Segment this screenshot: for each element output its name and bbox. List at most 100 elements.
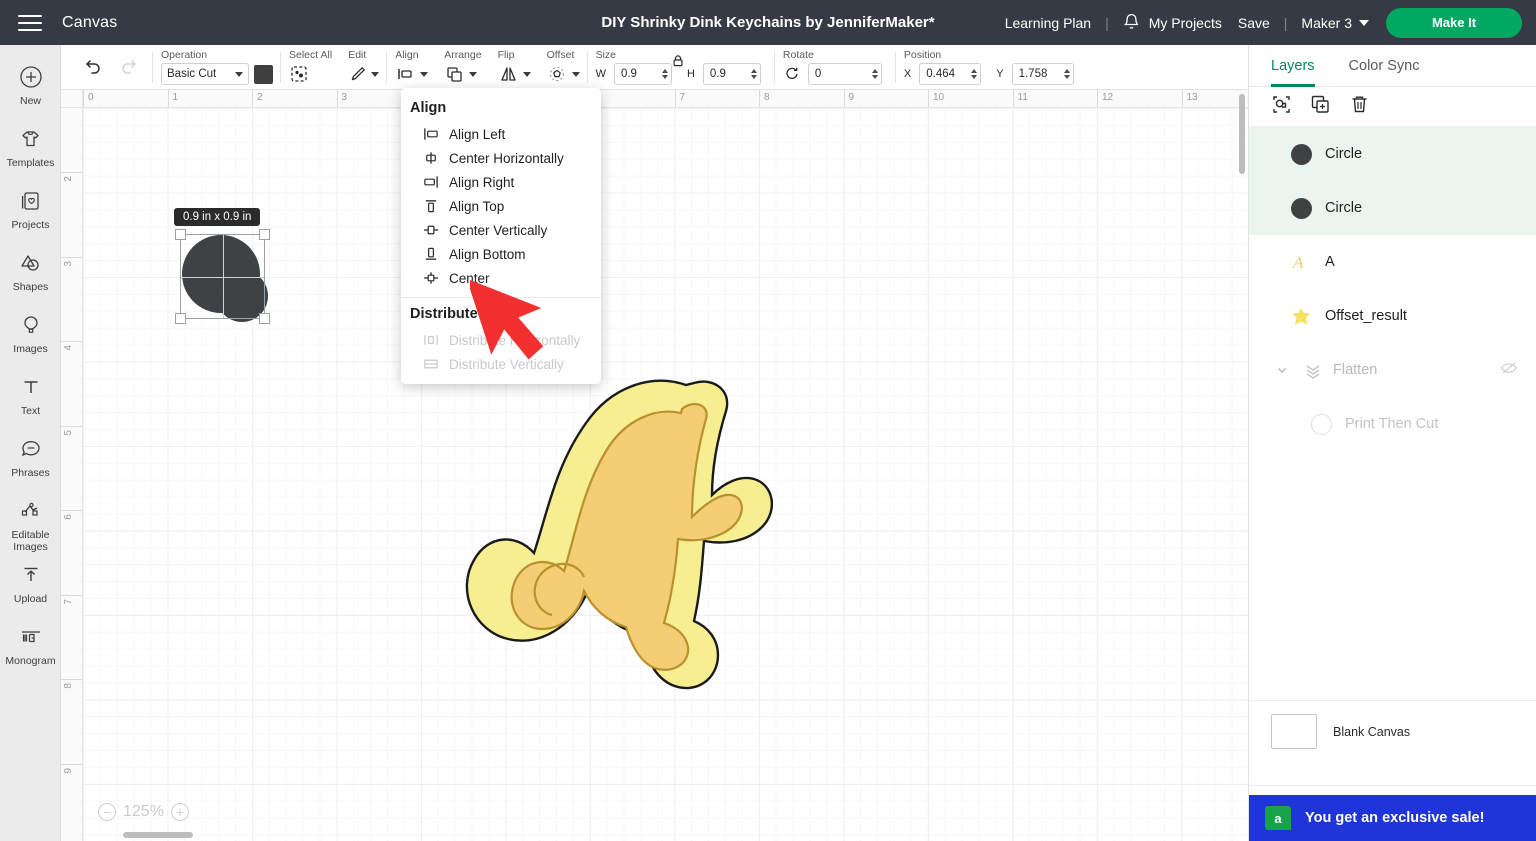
layer-glyph-thumbnail[interactable]: A: [1291, 252, 1312, 273]
vertical-scrollbar[interactable]: [1239, 94, 1245, 174]
rotate-stepper[interactable]: [871, 69, 878, 79]
learning-plan-link[interactable]: Learning Plan: [1005, 15, 1091, 31]
delete-icon[interactable]: [1349, 94, 1370, 120]
align-button[interactable]: [395, 63, 429, 85]
sidebar-label-shapes: Shapes: [12, 281, 49, 293]
tab-color-sync[interactable]: Color Sync: [1349, 45, 1420, 87]
blank-canvas-thumbnail[interactable]: [1271, 714, 1317, 749]
tshirt-icon: [18, 126, 43, 152]
size-height-field[interactable]: [702, 63, 761, 85]
hamburger-menu-icon[interactable]: [18, 14, 42, 31]
rotate-field[interactable]: [807, 63, 882, 85]
layer-row-a[interactable]: A A: [1249, 235, 1536, 289]
make-it-button[interactable]: Make It: [1386, 7, 1522, 38]
group-icon[interactable]: [1271, 94, 1292, 120]
operation-color-swatch[interactable]: [254, 64, 273, 84]
promo-text: You get an exclusive sale!: [1305, 810, 1485, 826]
layer-row-offset-result[interactable]: Offset_result: [1249, 289, 1536, 343]
size-width-field[interactable]: [613, 63, 672, 85]
chevron-down-icon: [371, 71, 380, 77]
size-width-stepper[interactable]: [661, 69, 668, 79]
blank-canvas-row[interactable]: Blank Canvas: [1249, 700, 1536, 762]
layer-label: Print Then Cut: [1345, 416, 1439, 432]
machine-selector[interactable]: Maker 3: [1301, 15, 1369, 31]
distribute-horizontally-icon: [423, 333, 439, 347]
redo-button[interactable]: [111, 48, 145, 82]
duplicate-icon[interactable]: [1310, 94, 1331, 120]
edit-label: Edit: [348, 48, 367, 61]
sidebar-item-phrases[interactable]: Phrases: [0, 427, 61, 489]
layer-row-circle-2[interactable]: Circle: [1249, 181, 1536, 235]
sidebar-item-images[interactable]: Images: [0, 303, 61, 365]
position-y-field[interactable]: [1011, 63, 1074, 85]
design-canvas[interactable]: JENNIFERMAKER 0.9 in x 0.9 in 0123456789…: [61, 90, 1248, 841]
lock-icon[interactable]: [672, 54, 685, 73]
sidebar-item-text[interactable]: Text: [0, 365, 61, 427]
ruler-horizontal: 012345678910111213: [83, 90, 1248, 108]
layer-actions-bar: [1249, 87, 1536, 127]
position-y-input[interactable]: [1018, 68, 1062, 80]
chevron-down-icon[interactable]: [1271, 363, 1293, 377]
layer-color-swatch[interactable]: [1291, 197, 1312, 219]
sidebar-label-upload: Upload: [13, 593, 48, 606]
ruler-tick-h: 11: [1012, 90, 1028, 107]
notification-bell-icon[interactable]: [1123, 13, 1140, 32]
position-x-input[interactable]: [926, 68, 970, 80]
size-group: Size W H: [588, 44, 776, 89]
resize-handle-top-left[interactable]: [175, 229, 186, 240]
offset-button[interactable]: [547, 63, 580, 85]
rotate-icon[interactable]: [783, 65, 800, 84]
layer-row-circle-1[interactable]: Circle: [1249, 127, 1536, 181]
promo-banner[interactable]: a You get an exclusive sale!: [1249, 795, 1536, 841]
sidebar-item-editable-images[interactable]: Editable Images: [0, 489, 61, 553]
canvas-label[interactable]: Canvas: [62, 14, 117, 32]
horizontal-scrollbar[interactable]: [123, 832, 193, 838]
my-projects-link[interactable]: My Projects: [1149, 15, 1222, 31]
menu-item-center-vertically[interactable]: Center Vertically: [401, 218, 601, 242]
sidebar-item-projects[interactable]: Projects: [0, 179, 61, 241]
sidebar-item-monogram[interactable]: Monogram: [0, 615, 61, 677]
hidden-eye-icon[interactable]: [1500, 361, 1518, 379]
rotate-input[interactable]: [814, 68, 870, 80]
layer-color-swatch[interactable]: [1291, 143, 1312, 165]
position-x-field[interactable]: [919, 63, 982, 85]
menu-item-align-right[interactable]: Align Right: [401, 170, 601, 194]
menu-item-align-top[interactable]: Align Top: [401, 194, 601, 218]
layer-row-print-then-cut[interactable]: Print Then Cut: [1249, 397, 1536, 451]
zoom-in-button[interactable]: +: [170, 803, 189, 821]
size-height-stepper[interactable]: [750, 69, 757, 79]
size-height-input[interactable]: [709, 68, 749, 80]
tab-layers[interactable]: Layers: [1271, 45, 1315, 87]
menu-item-align-left[interactable]: Align Left: [401, 122, 601, 146]
position-y-stepper[interactable]: [1063, 69, 1070, 79]
size-width-input[interactable]: [620, 68, 660, 80]
arrange-button[interactable]: [444, 63, 478, 85]
sidebar-item-templates[interactable]: Templates: [0, 117, 61, 179]
resize-handle-bottom-left[interactable]: [175, 313, 186, 324]
menu-label-center-horizontally: Center Horizontally: [449, 150, 564, 166]
ruler-tick-label: 11: [1017, 92, 1028, 103]
sidebar-item-shapes[interactable]: Shapes: [0, 241, 61, 303]
position-x-stepper[interactable]: [971, 69, 978, 79]
rotate-label: Rotate: [782, 48, 814, 61]
flip-button[interactable]: [498, 63, 531, 85]
save-button[interactable]: Save: [1238, 15, 1270, 31]
layer-offset-thumbnail[interactable]: [1291, 306, 1312, 327]
edit-button[interactable]: [348, 63, 380, 85]
select-all-group: Select All: [281, 44, 340, 89]
sidebar-item-upload[interactable]: Upload: [0, 553, 61, 615]
divider-2: |: [1283, 14, 1288, 31]
align-top-icon: [423, 199, 439, 213]
menu-item-center-horizontally[interactable]: Center Horizontally: [401, 146, 601, 170]
zoom-out-button[interactable]: −: [98, 803, 116, 821]
undo-button[interactable]: [77, 48, 111, 82]
resize-handle-bottom-right[interactable]: [259, 313, 270, 324]
operation-select[interactable]: Basic Cut: [161, 63, 249, 85]
select-all-button[interactable]: [289, 63, 309, 85]
resize-handle-top-right[interactable]: [259, 229, 270, 240]
menu-item-align-bottom[interactable]: Align Bottom: [401, 242, 601, 266]
sidebar-item-new[interactable]: New: [0, 55, 61, 117]
layer-row-flatten[interactable]: Flatten: [1249, 343, 1536, 397]
selection-bounding-box[interactable]: [175, 229, 270, 324]
align-bottom-icon: [423, 247, 439, 261]
